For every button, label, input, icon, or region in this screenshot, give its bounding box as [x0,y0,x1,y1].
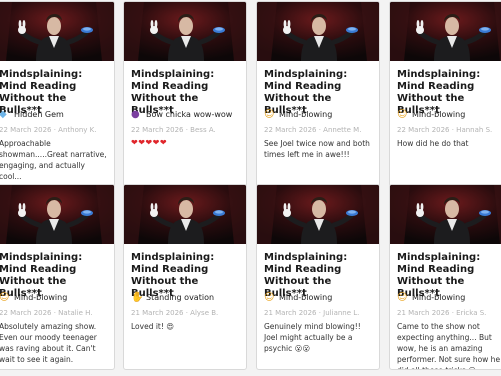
review-meta: 22 March 2026 · Annette M. [264,126,362,134]
reaction-badge: ✋ Standing ovation [131,292,244,304]
review-card[interactable]: Mindsplaining: Mind Reading Without the … [0,184,115,370]
show-photo-art [0,185,114,244]
show-photo-art [124,2,246,61]
review-text: See Joel twice now and both times left m… [264,139,370,159]
review-text: Approachable showman.....Great narrative… [0,139,107,181]
review-meta: 22 March 2026 · Bess A. [131,126,216,134]
card-title-line: Mind Reading [264,264,342,275]
show-photo [124,2,246,61]
show-photo-art [257,2,379,61]
reaction-badge: ◆ Hidden Gem [0,109,112,121]
card-title-line: Mindsplaining: [264,69,348,80]
reaction-label: Mind-blowing [279,293,333,302]
mind-blown-face-icon: ☺ [264,109,275,120]
eggplant-icon: ● [131,109,140,120]
reaction-badge: ☺ Mind-blowing [0,292,112,304]
card-title-line: Mind Reading [131,81,209,92]
card-title-line: Mindsplaining: [0,252,83,263]
review-meta: 21 March 2026 · Ericka S. [397,309,487,317]
review-card[interactable]: Mindsplaining: Mind Reading Without the … [0,1,115,187]
show-photo [0,185,114,244]
show-photo [0,2,114,61]
card-title-line: Mind Reading [397,81,475,92]
reaction-label: Bow chicka wow-wow [146,110,233,119]
reaction-badge: ● Bow chicka wow-wow [131,109,244,121]
review-card[interactable]: Mindsplaining: Mind Reading Without the … [389,184,501,370]
show-photo [390,2,501,61]
show-photo-art [257,185,379,244]
mind-blown-face-icon: ☺ [397,109,408,120]
review-meta: 21 March 2026 · Julianne L. [264,309,360,317]
reaction-badge: ☺ Mind-blowing [264,292,377,304]
mind-blown-face-icon: ☺ [397,292,408,303]
review-meta: 22 March 2026 · Anthony K. [0,126,97,134]
card-title-line: Mindsplaining: [397,69,481,80]
reaction-label: Mind-blowing [14,293,68,302]
review-meta: 22 March 2026 · Natalie H. [0,309,93,317]
review-text: Came to the show not expecting anything.… [397,322,501,369]
show-photo-art [0,2,114,61]
mind-blown-face-icon: ☺ [0,292,10,303]
reaction-badge: ☺ Mind-blowing [397,292,501,304]
card-title-line: Mind Reading [0,81,77,92]
reaction-badge: ☺ Mind-blowing [264,109,377,121]
review-card[interactable]: Mindsplaining: Mind Reading Without the … [256,184,380,370]
card-title-line: Mindsplaining: [0,69,83,80]
show-photo-art [390,185,501,244]
review-meta: 21 March 2026 · Alyse B. [131,309,219,317]
show-photo-art [124,185,246,244]
hearts-rating: ❤❤❤❤❤ [131,138,168,147]
review-text: Genuinely mind blowing!! Joel might actu… [264,322,361,353]
card-title-line: Mind Reading [397,264,475,275]
show-photo [257,185,379,244]
diamond-icon: ◆ [0,109,10,120]
show-photo [124,185,246,244]
show-photo [257,2,379,61]
card-title-line: Mindsplaining: [131,69,215,80]
show-photo [390,185,501,244]
review-meta: 22 March 2026 · Hannah S. [397,126,493,134]
reaction-label: Mind-blowing [279,110,333,119]
card-title-line: Mind Reading [0,264,77,275]
review-text: How did he do that [397,139,469,148]
review-card[interactable]: Mindsplaining: Mind Reading Without the … [123,1,247,187]
clapping-hands-icon: ✋ [131,292,144,303]
reaction-label: Standing ovation [146,293,215,302]
review-text: Absolutely amazing show. Even our moody … [0,322,97,364]
card-title-line: Mindsplaining: [397,252,481,263]
reaction-label: Hidden Gem [14,110,64,119]
reaction-label: Mind-blowing [412,293,466,302]
reaction-badge: ☺ Mind-blowing [397,109,501,121]
card-title-line: Mindsplaining: [264,252,348,263]
mind-blown-face-icon: ☺ [264,292,275,303]
show-photo-art [390,2,501,61]
card-title-line: Mind Reading [131,264,209,275]
card-title-line: Mind Reading [264,81,342,92]
reaction-label: Mind-blowing [412,110,466,119]
card-title-line: Mindsplaining: [131,252,215,263]
review-card[interactable]: Mindsplaining: Mind Reading Without the … [256,1,380,187]
review-text: Loved it! 😍 [131,322,175,331]
review-card[interactable]: Mindsplaining: Mind Reading Without the … [123,184,247,370]
review-card[interactable]: Mindsplaining: Mind Reading Without the … [389,1,501,187]
